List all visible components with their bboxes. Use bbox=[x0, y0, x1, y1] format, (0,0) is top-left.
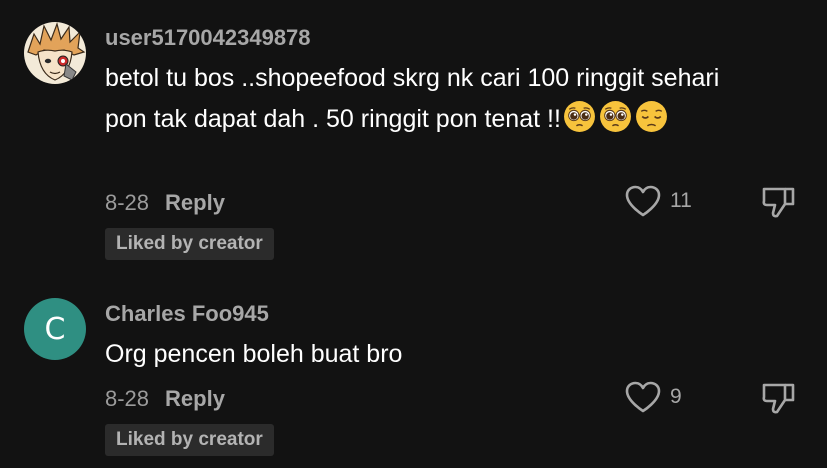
comment-item: C Charles Foo945 Org pencen boleh buat b… bbox=[0, 0, 827, 468]
comment-text: Org pencen boleh buat bro bbox=[105, 334, 725, 375]
heart-icon bbox=[625, 381, 661, 413]
liked-by-creator-badge: Liked by creator bbox=[105, 424, 274, 456]
avatar[interactable]: C bbox=[24, 298, 86, 360]
like-button[interactable]: 9 bbox=[624, 380, 682, 414]
comment-text-content: Org pencen boleh buat bro bbox=[105, 340, 403, 368]
comment-date: 8-28 bbox=[105, 386, 150, 411]
dislike-button[interactable] bbox=[760, 380, 796, 416]
comment-meta: 8-28 Reply bbox=[105, 386, 225, 412]
reply-button[interactable]: Reply bbox=[165, 386, 225, 411]
avatar-letter: C bbox=[44, 311, 66, 347]
like-count: 9 bbox=[670, 385, 682, 408]
comment-username[interactable]: Charles Foo945 bbox=[105, 301, 269, 327]
thumbs-down-icon bbox=[762, 383, 795, 414]
